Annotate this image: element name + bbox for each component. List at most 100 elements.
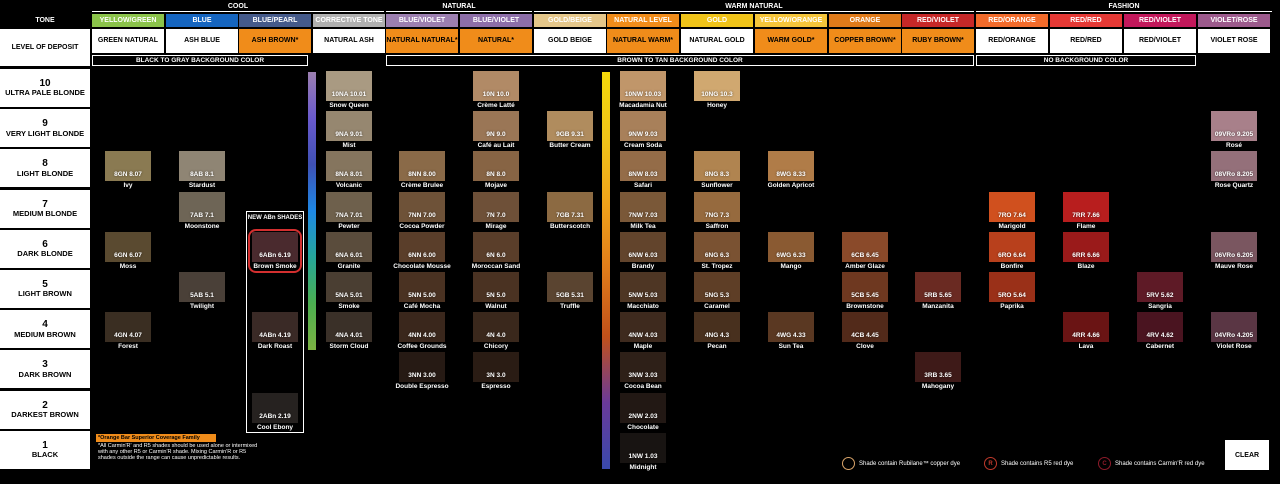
swatch[interactable]: 4NW 4.03 Maple — [620, 312, 666, 352]
clear-swatch[interactable]: CLEAR — [1224, 439, 1270, 471]
tone-cell: GOLD — [681, 14, 753, 27]
level-number: 4 — [42, 319, 48, 331]
swatch[interactable]: 3NW 3.03 Cocoa Bean — [620, 352, 666, 392]
family-warm-natural: WARM NATURAL — [534, 1, 974, 12]
swatch[interactable]: 7NA 7.01 Pewter — [326, 191, 372, 232]
swatch[interactable]: 3NN 3.00 Double Espresso — [395, 352, 449, 392]
swatch[interactable]: 5CB 5.45 Brownstone — [842, 272, 888, 312]
swatch[interactable]: 10NG 10.3 Honey — [694, 71, 740, 111]
swatch[interactable]: 4NN 4.00 Coffee Grounds — [397, 312, 447, 352]
swatch[interactable]: 7RO 7.64 Marigold — [989, 191, 1035, 232]
level-name: DARK BLONDE — [17, 249, 73, 259]
tone-cell: GOLD/BEIGE — [534, 14, 606, 27]
swatch[interactable]: 6GN 6.07 Moss — [105, 231, 151, 272]
deposit-cell: RED/RED — [1050, 29, 1122, 53]
swatch[interactable]: 06VRo 6.205 Mauve Rose — [1211, 231, 1257, 272]
swatch[interactable]: 8WG 8.33 Golden Apricot — [768, 151, 814, 191]
swatch[interactable]: 6NA 6.01 Granite — [326, 231, 372, 272]
swatch[interactable]: 2ABn 2.19 Cool Ebony — [252, 392, 298, 433]
swatch[interactable]: 10NA 10.01 Snow Queen — [326, 71, 372, 111]
swatch[interactable]: 6N 6.0 Moroccan Sand — [472, 231, 520, 272]
swatch[interactable]: 6ABn 6.19 Brown Smoke — [252, 231, 298, 272]
swatch[interactable]: 4CB 4.45 Clove — [842, 312, 888, 352]
swatch[interactable]: 4NG 4.3 Pecan — [694, 312, 740, 352]
deposit-cell: ASH BLUE — [166, 29, 238, 53]
swatch[interactable]: 5GB 5.31 Truffle — [547, 272, 593, 312]
swatch[interactable]: 8GN 8.07 Ivy — [105, 151, 151, 191]
swatch[interactable]: 5RB 5.65 Manzanita — [915, 272, 961, 312]
swatch-code: 6RO 6.64 — [998, 251, 1026, 259]
swatch[interactable]: 09VRo 9.205 Rosé — [1211, 111, 1257, 151]
swatch-code: 08VRo 8.205 — [1214, 171, 1254, 179]
level-label: 5 LIGHT BROWN — [0, 270, 90, 308]
swatch[interactable]: 4GN 4.07 Forest — [105, 312, 151, 352]
swatch[interactable]: 8NW 8.03 Safari — [620, 151, 666, 191]
deposit-cell: RED/ORANGE — [976, 29, 1048, 53]
swatch-name: Macchiato — [627, 303, 659, 310]
swatch[interactable]: 6NN 6.00 Chocolate Mousse — [393, 231, 451, 272]
swatch[interactable]: 6WG 6.33 Mango — [768, 231, 814, 272]
swatch[interactable]: 5NG 5.3 Caramel — [694, 272, 740, 312]
swatch[interactable]: 5NW 5.03 Macchiato — [620, 272, 666, 312]
swatch[interactable]: 4RV 4.62 Cabernet — [1137, 312, 1183, 352]
warm-gradient-strip — [602, 72, 610, 469]
swatch[interactable]: 8NN 8.00 Crème Brulee — [399, 151, 445, 191]
swatch[interactable]: 6RR 6.66 Blaze — [1063, 231, 1109, 272]
swatch-name: Pecan — [707, 343, 727, 351]
swatch-name: Safari — [633, 182, 653, 190]
swatch[interactable]: 4N 4.0 Chicory — [473, 312, 519, 352]
swatch[interactable]: 08VRo 8.205 Rose Quartz — [1211, 151, 1257, 191]
swatch[interactable]: 1NW 1.03 Midnight — [620, 432, 666, 473]
swatch-name: Moroccan Sand — [471, 262, 521, 270]
swatch[interactable]: 7N 7.0 Mirage — [473, 191, 519, 232]
swatch[interactable]: 5RV 5.62 Sangria — [1137, 272, 1183, 312]
swatch[interactable]: 5N 5.0 Walnut — [473, 272, 519, 312]
swatch[interactable]: 5NA 5.01 Smoke — [326, 272, 372, 312]
swatch-name: Milk Tea — [630, 222, 656, 230]
swatch[interactable]: 10N 10.0 Crème Latté — [473, 71, 519, 111]
deposit-cell: RED/VIOLET — [1124, 29, 1196, 53]
swatch[interactable]: 04VRo 4.205 Violet Rose — [1211, 312, 1257, 352]
swatch[interactable]: 5NN 5.00 Café Mocha — [399, 272, 445, 312]
swatch[interactable]: 4RR 4.66 Lava — [1063, 312, 1109, 352]
swatch[interactable]: 8NG 8.3 Sunflower — [694, 151, 740, 191]
swatch[interactable]: 8NA 8.01 Volcanic — [326, 151, 372, 191]
swatch-name: Café au Lait — [477, 142, 515, 150]
swatch[interactable]: 7RR 7.66 Flame — [1063, 191, 1109, 232]
swatch-name: Sangria — [1148, 303, 1172, 310]
swatch-code: 8WG 8.33 — [776, 171, 806, 179]
swatch[interactable]: 7NN 7.00 Cocoa Powder — [399, 191, 445, 232]
legend-item: Shade contain Rubilane™ copper dye — [842, 457, 960, 470]
swatch[interactable]: 6NW 6.03 Brandy — [620, 231, 666, 272]
swatch[interactable]: 7NW 7.03 Milk Tea — [620, 191, 666, 232]
swatch-name: Café Mocha — [403, 303, 441, 310]
swatch[interactable]: 7NG 7.3 Saffron — [694, 191, 740, 232]
swatch[interactable]: 9NW 9.03 Cream Soda — [620, 111, 666, 151]
swatch[interactable]: 6NG 6.3 St. Tropez — [694, 231, 740, 272]
swatch[interactable]: 7GB 7.31 Butterscotch — [547, 191, 593, 232]
swatch[interactable]: 9N 9.0 Café au Lait — [473, 111, 519, 151]
swatch[interactable]: 7AB 7.1 Moonstone — [179, 191, 225, 232]
swatch[interactable]: 9GB 9.31 Butter Cream — [547, 111, 593, 151]
swatch[interactable]: 8N 8.0 Mojave — [473, 151, 519, 191]
swatch[interactable]: 8AB 8.1 Stardust — [179, 151, 225, 191]
swatch[interactable]: 2NW 2.03 Chocolate — [620, 392, 666, 433]
swatch[interactable]: 5AB 5.1 Twilight — [179, 272, 225, 312]
swatch[interactable]: 10NW 10.03 Macadamia Nut — [619, 71, 667, 111]
swatch-name: Mist — [342, 142, 356, 150]
swatch[interactable]: 3N 3.0 Espresso — [473, 352, 519, 392]
swatch[interactable]: 3RB 3.65 Mahogany — [915, 352, 961, 392]
swatch[interactable]: 4ABn 4.19 Dark Roast — [252, 312, 298, 352]
swatch[interactable]: 6RO 6.64 Bonfire — [989, 231, 1035, 272]
swatch[interactable]: 4NA 4.01 Storm Cloud — [326, 312, 372, 352]
swatch-code: 5RV 5.62 — [1146, 292, 1174, 299]
swatch-code: 6NW 6.03 — [628, 251, 658, 259]
swatch[interactable]: 4WG 4.33 Sun Tea — [768, 312, 814, 352]
swatch-name: Midnight — [629, 463, 657, 471]
swatch[interactable]: 9NA 9.01 Mist — [326, 111, 372, 151]
swatch[interactable]: 6CB 6.45 Amber Glaze — [842, 231, 888, 272]
swatch-name: Cocoa Powder — [399, 222, 445, 230]
swatch[interactable]: 5RO 5.64 Paprika — [989, 272, 1035, 312]
swatch-code: 7AB 7.1 — [190, 211, 214, 219]
swatch-name: Forest — [118, 343, 138, 351]
